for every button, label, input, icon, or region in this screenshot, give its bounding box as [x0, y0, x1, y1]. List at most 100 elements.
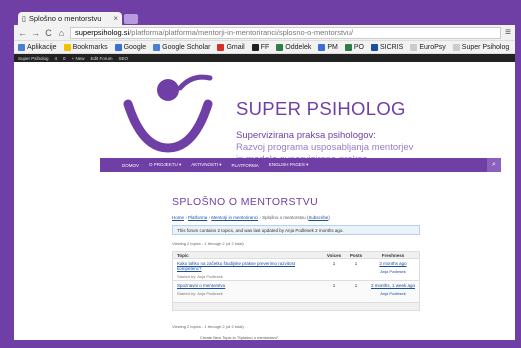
subscribe-link[interactable]: Subscribe	[308, 215, 328, 220]
nav-item[interactable]: PLATFORMA	[232, 163, 259, 168]
posts-count: 1	[354, 283, 358, 288]
frame-border-left	[0, 0, 14, 348]
wpbar-item[interactable]: Edit Forum	[90, 56, 112, 61]
close-tab-icon[interactable]: ×	[113, 14, 118, 23]
breadcrumb-home[interactable]: Home	[172, 215, 184, 220]
super-psiholog-logo-icon	[123, 74, 213, 153]
bookmark-item[interactable]: FF	[251, 43, 270, 51]
bookmark-label: PM	[327, 43, 338, 51]
freshness-author[interactable]: Anja Podlesek	[367, 269, 419, 274]
menu-icon[interactable]: ≡	[505, 27, 511, 38]
new-tab-button[interactable]	[124, 14, 138, 24]
topic-count-bottom: Viewing 2 topics - 1 through 2 (of 2 tot…	[172, 324, 244, 329]
breadcrumb-platforma[interactable]: Platforma	[188, 215, 207, 220]
bookmark-icon	[251, 43, 259, 51]
tab-strip: ▯ Splošno o mentorstvu ×	[14, 10, 515, 25]
bookmark-icon	[153, 43, 161, 51]
topic-author: Started by: Anja Podlesek	[177, 274, 223, 279]
voices-count: 1	[332, 261, 336, 266]
wpbar-item[interactable]: + New	[72, 56, 85, 61]
bookmark-label: Bookmarks	[72, 43, 108, 51]
bookmark-label: Aplikacije	[27, 43, 57, 51]
url-field[interactable]: superpsiholog.si/platforma/platforma/men…	[70, 26, 502, 39]
bookmark-item[interactable]: Oddelek	[276, 43, 312, 51]
home-icon[interactable]: ⌂	[57, 28, 66, 38]
bookmark-icon	[318, 43, 326, 51]
posts-count: 1	[354, 261, 358, 266]
bookmark-item[interactable]: Gmail	[217, 43, 245, 51]
create-topic-heading: Create New Topic in “Splošno o mentorstv…	[200, 335, 279, 340]
bookmark-icon	[452, 43, 460, 51]
bookmark-label: FF	[260, 43, 270, 51]
browser-tab[interactable]: ▯ Splošno o mentorstvu ×	[18, 12, 122, 25]
freshness-link[interactable]: 2 months, 1 week ago	[367, 283, 419, 288]
forward-icon[interactable]: →	[31, 28, 40, 38]
bookmark-icon	[410, 43, 418, 51]
freshness-link[interactable]: 2 months ago	[367, 261, 419, 266]
wp-admin-bar: Super Psiholog 4 0 + New Edit Forum SEO	[14, 54, 515, 62]
bookmark-icon	[344, 43, 352, 51]
bookmark-item[interactable]: Google	[114, 43, 147, 51]
reload-icon[interactable]: C	[44, 28, 53, 38]
forum-notice: This forum contains 2 topics, and was la…	[172, 225, 420, 235]
nav-item[interactable]: DOMOV	[122, 163, 139, 168]
site-title[interactable]: SUPER PSIHOLOG	[236, 98, 406, 120]
bookmark-label: Super Psiholog	[461, 43, 510, 51]
url-path: /platforma/platforma/mentorji-in-mentori…	[129, 28, 354, 37]
voices-count: 1	[332, 283, 336, 288]
table-footer	[172, 303, 420, 311]
bookmark-label: Google Scholar	[162, 43, 211, 51]
wpbar-item[interactable]: Super Psiholog	[18, 56, 49, 61]
table-row: Kako lahko na začetku študijske prakse p…	[172, 259, 420, 281]
forum-content: SPLOŠNO O MENTORSTVU Home › Platforma › …	[100, 172, 501, 340]
table-header: Topic Voices Posts Freshness	[172, 251, 420, 259]
bookmark-item[interactable]: Super Psiholog	[452, 43, 510, 51]
bookmark-label: SICRIS	[379, 43, 404, 51]
topic-link[interactable]: Spoznavni o mentorstvu	[177, 283, 319, 288]
bookmark-item[interactable]: Bookmarks	[63, 43, 108, 51]
breadcrumb-mentorji[interactable]: Mentorji in mentoriranci	[211, 215, 258, 220]
wpbar-item[interactable]: 4	[55, 56, 58, 61]
freshness-author[interactable]: Anja Podlesek	[367, 291, 419, 296]
back-icon[interactable]: ←	[18, 28, 27, 38]
nav-item[interactable]: O PROJEKTU ▾	[149, 162, 181, 168]
breadcrumb-current: Splošno o mentorstvu	[262, 215, 306, 220]
bookmark-icon	[217, 43, 225, 51]
tab-title: Splošno o mentorstvu	[28, 14, 102, 23]
topic-link[interactable]: Kako lahko na začetku študijske prakse p…	[177, 261, 319, 271]
bookmark-item[interactable]: EuroPsy	[410, 43, 446, 51]
bookmark-label: EuroPsy	[419, 43, 446, 51]
bookmark-item[interactable]: PO	[344, 43, 364, 51]
nav-item[interactable]: AKTIVNOSTI ▾	[191, 162, 221, 168]
bookmark-icon	[276, 43, 284, 51]
page-title: SPLOŠNO O MENTORSTVU	[172, 196, 319, 208]
bookmarks-bar: Aplikacije Bookmarks Google Google Scholar G…	[14, 41, 515, 54]
wpbar-item[interactable]: SEO	[118, 56, 128, 61]
breadcrumb: Home › Platforma › Mentorji in mentorira…	[172, 215, 330, 220]
topic-count-top: Viewing 2 topics - 1 through 2 (of 2 tot…	[172, 241, 244, 246]
bookmark-item[interactable]: Aplikacije	[18, 43, 57, 51]
bookmark-icon	[18, 43, 25, 51]
bookmark-icon	[114, 43, 122, 51]
page-icon: ▯	[22, 15, 26, 23]
site-tagline-line1: Supervizirana praksa psihologov:	[236, 130, 376, 141]
bookmark-icon	[63, 43, 71, 51]
frame-border-top	[0, 0, 521, 10]
bookmark-label: PO	[353, 43, 364, 51]
bookmark-item[interactable]: Google Scholar	[153, 43, 211, 51]
bookmark-item[interactable]: PM	[318, 43, 338, 51]
header-voices: Voices	[326, 252, 342, 258]
bookmark-label: Google	[123, 43, 147, 51]
bookmark-label: Oddelek	[285, 43, 312, 51]
nav-item[interactable]: ENGLISH PAGES ▾	[269, 162, 309, 168]
search-icon[interactable]: ⌕	[487, 158, 501, 172]
bookmark-label: Gmail	[226, 43, 245, 51]
site-header: SUPER PSIHOLOG Supervizirana praksa psih…	[14, 62, 515, 170]
bookmark-item[interactable]: SICRIS	[370, 43, 404, 51]
header-freshness: Freshness	[381, 252, 405, 258]
site-tagline-line2: Razvoj programa usposabljanja mentorjev	[236, 142, 414, 153]
main-navigation: DOMOV O PROJEKTU ▾ AKTIVNOSTI ▾ PLATFORMA EN…	[100, 158, 501, 172]
frame-border-bottom	[0, 340, 521, 348]
wpbar-item[interactable]: 0	[63, 56, 66, 61]
topics-table: Topic Voices Posts Freshness Kako lahko …	[172, 251, 420, 311]
